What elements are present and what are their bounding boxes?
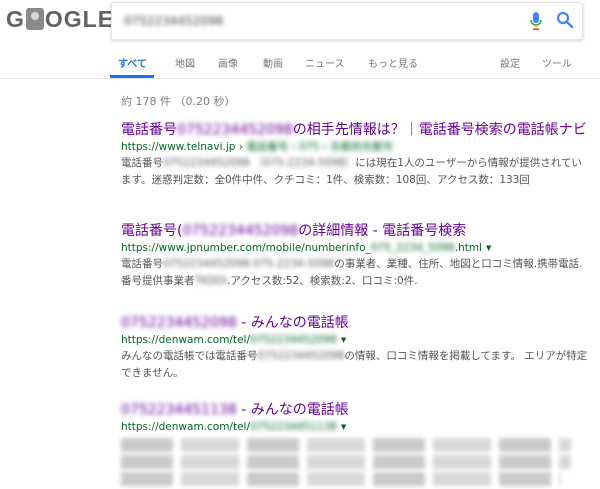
tab-tools[interactable]: ツール [542, 55, 572, 70]
tab-all[interactable]: すべて [118, 55, 147, 70]
microphone-icon[interactable] [529, 11, 543, 31]
search-box[interactable]: 0752234452098 [111, 2, 583, 40]
tab-settings[interactable]: 設定 [500, 55, 520, 70]
url-redacted-part: 075_2234_5098 [370, 242, 455, 254]
snippet-redacted-number: 0752234452098 075-2234-5098 [163, 258, 335, 270]
url-redacted-path: 電話番号 › 075 › 京都府京都市 [246, 141, 394, 153]
redacted-snippet-line [121, 455, 571, 469]
url-text: .html [454, 242, 483, 254]
url-redacted-part: 0752234452098 [250, 334, 337, 346]
result-url[interactable]: https://denwam.com/tel/0752234451138 ▼ [121, 419, 591, 435]
search-result: 0752234451138 - みんなの電話帳 https://denwam.c… [121, 401, 591, 489]
title-redacted-number: 0752234451138 [121, 402, 237, 418]
snippet-redacted-number: 0752234452098 （075-2234-5098） [163, 157, 356, 169]
redacted-snippet-line [121, 472, 561, 486]
result-stats: 約 178 件 （0.20 秒） [121, 95, 236, 108]
title-text: 電話番号( [121, 223, 183, 239]
tab-images[interactable]: 画像 [218, 55, 238, 70]
url-dropdown-arrow-icon[interactable]: ▼ [486, 240, 491, 256]
doodle-figure-icon [25, 8, 44, 30]
url-text: https://www.telnavi.jp [121, 141, 236, 153]
active-tab-indicator [110, 75, 154, 78]
url-dropdown-arrow-icon[interactable]: ▼ [341, 332, 346, 348]
redacted-snippet-line [121, 438, 571, 452]
result-title-link[interactable]: 0752234451138 - みんなの電話帳 [121, 401, 591, 419]
result-url[interactable]: https://www.jpnumber.com/mobile/numberin… [121, 240, 591, 256]
title-text: の相手先情報は？｜電話番号検索の電話帳ナビ [292, 122, 587, 138]
google-doodle-logo[interactable]: G OGLE [6, 6, 114, 32]
url-text: https://denwam.com/tel/ [121, 334, 250, 346]
title-text: - みんなの電話帳 [236, 402, 349, 418]
result-snippet: みんなの電話帳では電話番号0752234452098の情報、口コミ情報を掲載して… [121, 348, 591, 382]
snippet-redacted-carrier: TKDDI [194, 275, 228, 287]
title-redacted-number: 0752234452098 [182, 223, 299, 239]
tab-videos[interactable]: 動画 [263, 55, 283, 70]
title-text: 電話番号 [121, 122, 177, 138]
result-title-link[interactable]: 0752234452098 - みんなの電話帳 [121, 314, 591, 332]
search-result: 0752234452098 - みんなの電話帳 https://denwam.c… [121, 314, 591, 382]
title-redacted-number: 0752234452098 [121, 315, 237, 331]
tab-maps[interactable]: 地図 [175, 55, 195, 70]
result-url[interactable]: https://denwam.com/tel/0752234452098 ▼ [121, 332, 591, 348]
title-text: - みんなの電話帳 [236, 315, 349, 331]
url-redacted-part: 0752234451138 [250, 421, 337, 433]
title-redacted-number: 0752234452098 [177, 122, 293, 138]
result-url[interactable]: https://www.telnavi.jp › 電話番号 › 075 › 京都… [121, 139, 591, 155]
url-text: https://denwam.com/tel/ [121, 421, 250, 433]
url-separator: › [235, 141, 247, 153]
result-snippet: 電話番号0752234452098 075-2234-5098の事業者、業種、住… [121, 256, 591, 290]
snippet-text: 電話番号 [121, 258, 163, 270]
tab-news[interactable]: ニュース [305, 55, 345, 70]
result-title-link[interactable]: 電話番号(0752234452098の詳細情報 - 電話番号検索 [121, 222, 591, 240]
title-text: の詳細情報 - 電話番号検索 [298, 223, 467, 239]
snippet-text: みんなの電話帳では電話番号 [121, 350, 258, 362]
url-dropdown-arrow-icon[interactable]: ▼ [341, 419, 346, 435]
url-text: https://www.jpnumber.com/mobile/numberin… [121, 242, 371, 254]
snippet-redacted-number: 0752234452098 [257, 350, 345, 362]
search-result: 電話番号0752234452098の相手先情報は？｜電話番号検索の電話帳ナビ h… [121, 121, 591, 189]
search-tabs: すべて 地図 画像 動画 ニュース もっと見る 設定 ツール [0, 46, 600, 79]
snippet-text: 電話番号 [121, 157, 163, 169]
search-icon[interactable] [556, 11, 574, 29]
result-title-link[interactable]: 電話番号0752234452098の相手先情報は？｜電話番号検索の電話帳ナビ [121, 121, 591, 139]
search-result: 電話番号(0752234452098の詳細情報 - 電話番号検索 https:/… [121, 222, 591, 290]
result-snippet-redacted [121, 438, 591, 486]
tab-more[interactable]: もっと見る [368, 55, 418, 70]
search-input[interactable]: 0752234452098 [124, 14, 223, 28]
result-snippet: 電話番号0752234452098 （075-2234-5098）には現在1人の… [121, 155, 591, 189]
top-bar: G OGLE 0752234452098 [0, 0, 600, 46]
snippet-text: .アクセス数:52、検索数:2、口コミ:0件. [227, 275, 418, 287]
